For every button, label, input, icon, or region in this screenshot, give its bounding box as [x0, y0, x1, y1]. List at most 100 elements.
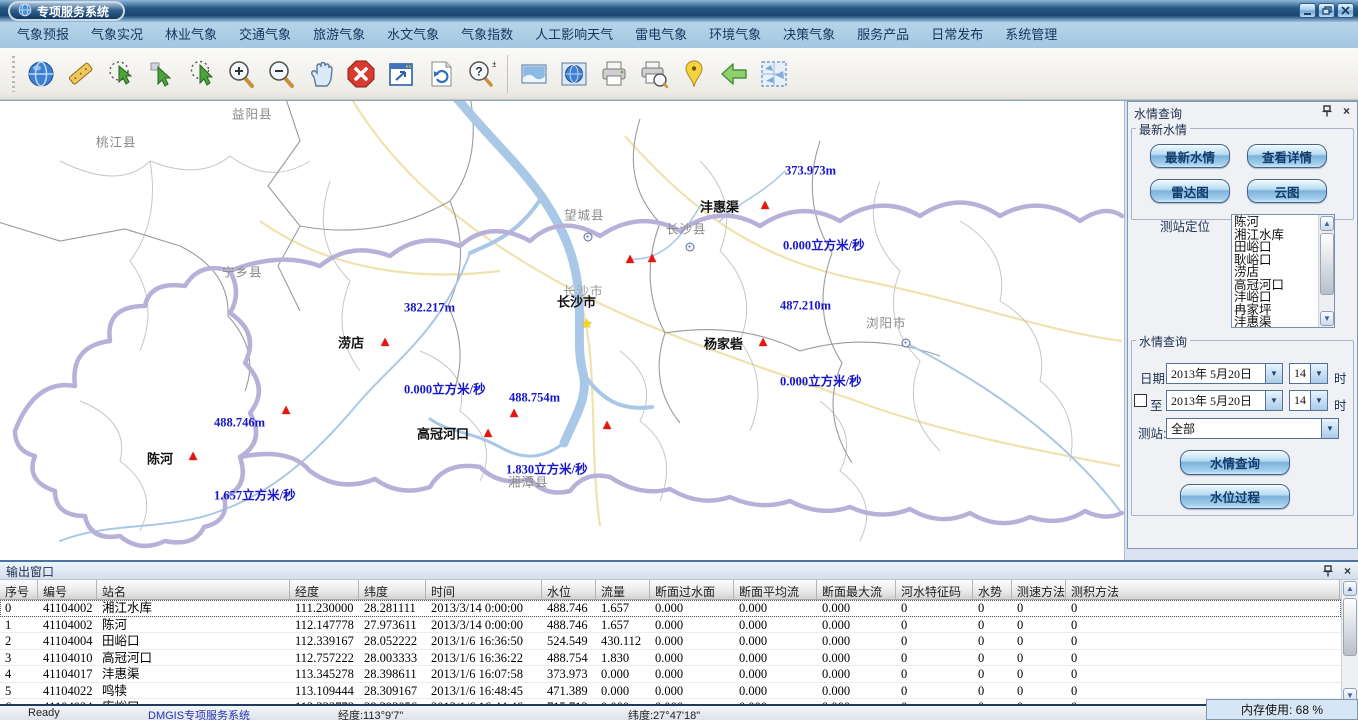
- column-header[interactable]: 测积方法: [1066, 580, 1340, 599]
- scroll-up-icon[interactable]: ▲: [1343, 581, 1357, 596]
- print-icon[interactable]: [594, 54, 634, 94]
- chevron-down-icon[interactable]: ▼: [1310, 391, 1327, 410]
- station-locator-listbox[interactable]: 陈河湘江水库田峪口耿峪口涝店高冠河口沣峪口冉家坪沣惠渠 ▲ ▼: [1231, 214, 1335, 328]
- scroll-down-icon[interactable]: ▼: [1320, 311, 1334, 326]
- identify-icon[interactable]: ?±: [461, 54, 501, 94]
- menu-item[interactable]: 水文气象: [376, 24, 450, 46]
- date-to-combo[interactable]: 2013年 5月20日 ▼: [1166, 390, 1283, 411]
- menu-item[interactable]: 系统管理: [994, 24, 1068, 46]
- refresh-icon[interactable]: [421, 54, 461, 94]
- table-row[interactable]: 341104010高冠河口112.75722228.0033332013/1/6…: [0, 650, 1341, 667]
- map-canvas[interactable]: 益阳县桃江县宁乡县望城县长沙县浏阳市湘潭县长沙市373.973m0.000立方米…: [0, 101, 1125, 561]
- minimize-button[interactable]: [1299, 3, 1316, 18]
- column-header[interactable]: 时间: [426, 580, 542, 599]
- pin-icon[interactable]: [1320, 104, 1333, 117]
- column-header[interactable]: 断面最大流: [817, 580, 896, 599]
- station-marker-icon[interactable]: ▲: [507, 404, 521, 420]
- close-panel-icon[interactable]: ×: [1341, 564, 1354, 577]
- column-header[interactable]: 流量: [596, 580, 650, 599]
- world-image-icon[interactable]: [554, 54, 594, 94]
- chevron-down-icon[interactable]: ▼: [1310, 364, 1327, 383]
- date-from-combo[interactable]: 2013年 5月20日 ▼: [1166, 363, 1283, 384]
- menu-item[interactable]: 气象预报: [6, 24, 80, 46]
- radar-image-button[interactable]: 雷达图: [1150, 179, 1230, 203]
- list-item[interactable]: 涝店: [1234, 266, 1317, 279]
- scroll-thumb[interactable]: [1320, 233, 1334, 295]
- scroll-up-icon[interactable]: ▲: [1320, 216, 1334, 231]
- close-button[interactable]: [1337, 3, 1354, 18]
- station-marker-icon[interactable]: ▲: [756, 333, 770, 349]
- list-item[interactable]: 陈河: [1234, 216, 1317, 229]
- station-marker-icon[interactable]: ▲: [600, 416, 614, 432]
- listbox-scrollbar[interactable]: ▲ ▼: [1318, 215, 1334, 327]
- hour-to-combo[interactable]: 14 ▼: [1289, 390, 1328, 411]
- list-item[interactable]: 沣峪口: [1234, 291, 1317, 304]
- cloud-image-button[interactable]: 云图: [1247, 179, 1327, 203]
- menu-item[interactable]: 日常发布: [920, 24, 994, 46]
- placemark-icon[interactable]: [674, 54, 714, 94]
- hour-from-combo[interactable]: 14 ▼: [1289, 363, 1328, 384]
- select-icon[interactable]: [141, 54, 181, 94]
- table-scrollbar[interactable]: ▲ ▼: [1341, 580, 1358, 704]
- list-item[interactable]: 沣惠渠: [1234, 316, 1317, 328]
- menu-item[interactable]: 服务产品: [846, 24, 920, 46]
- to-date-checkbox[interactable]: [1134, 394, 1147, 407]
- table-row[interactable]: 441104017沣惠渠113.34527828.3986112013/1/6 …: [0, 666, 1341, 683]
- zoom-out-icon[interactable]: [261, 54, 301, 94]
- column-header[interactable]: 经度: [290, 580, 359, 599]
- table-row[interactable]: 641104024库峪口113.33277828.3930562013/1/6 …: [0, 699, 1341, 704]
- column-header[interactable]: 纬度: [359, 580, 426, 599]
- water-level-process-button[interactable]: 水位过程: [1180, 484, 1290, 509]
- export-window-icon[interactable]: [381, 54, 421, 94]
- column-header[interactable]: 断面平均流: [734, 580, 817, 599]
- table-row[interactable]: 141104002陈河112.14777827.9736112013/3/14 …: [0, 617, 1341, 634]
- chevron-down-icon[interactable]: ▼: [1265, 364, 1282, 383]
- toolbar-grip[interactable]: [12, 56, 15, 92]
- view-details-button[interactable]: 查看详情: [1247, 144, 1327, 168]
- column-header[interactable]: 河水特征码: [896, 580, 973, 599]
- station-marker-icon[interactable]: ▲: [186, 447, 200, 463]
- column-header[interactable]: 断面过水面: [650, 580, 734, 599]
- select-area-icon[interactable]: [101, 54, 141, 94]
- map-grid-icon[interactable]: [754, 54, 794, 94]
- back-icon[interactable]: [714, 54, 754, 94]
- menu-item[interactable]: 决策气象: [772, 24, 846, 46]
- menu-item[interactable]: 交通气象: [228, 24, 302, 46]
- menu-item[interactable]: 气象实况: [80, 24, 154, 46]
- menu-item[interactable]: 旅游气象: [302, 24, 376, 46]
- menu-item[interactable]: 气象指数: [450, 24, 524, 46]
- table-row[interactable]: 541104022鸣犊113.10944428.3091672013/1/6 1…: [0, 683, 1341, 700]
- print-preview-icon[interactable]: [634, 54, 674, 94]
- station-marker-icon[interactable]: ▲: [645, 249, 659, 265]
- zoom-in-icon[interactable]: [221, 54, 261, 94]
- latest-water-button[interactable]: 最新水情: [1150, 144, 1230, 168]
- menu-item[interactable]: 环境气象: [698, 24, 772, 46]
- select-dotted-icon[interactable]: [181, 54, 221, 94]
- column-header[interactable]: 测速方法: [1012, 580, 1066, 599]
- chevron-down-icon[interactable]: ▼: [1265, 391, 1282, 410]
- column-header[interactable]: 水位: [542, 580, 596, 599]
- stop-icon[interactable]: [341, 54, 381, 94]
- column-header[interactable]: 水势: [973, 580, 1012, 599]
- water-query-button[interactable]: 水情查询: [1180, 450, 1290, 475]
- table-row[interactable]: 241104004田峪口112.33916728.0522222013/1/6 …: [0, 633, 1341, 650]
- station-marker-icon[interactable]: ▲: [378, 333, 392, 349]
- column-header[interactable]: 站名: [97, 580, 290, 599]
- image-icon[interactable]: [514, 54, 554, 94]
- chevron-down-icon[interactable]: ▼: [1321, 419, 1338, 438]
- list-item[interactable]: 田峪口: [1234, 241, 1317, 254]
- station-combo[interactable]: 全部 ▼: [1166, 418, 1339, 439]
- scroll-thumb[interactable]: [1343, 598, 1357, 656]
- column-header[interactable]: 编号: [38, 580, 97, 599]
- menu-item[interactable]: 雷电气象: [624, 24, 698, 46]
- globe-icon[interactable]: [21, 54, 61, 94]
- close-panel-icon[interactable]: ×: [1340, 104, 1353, 117]
- station-marker-icon[interactable]: ▲: [758, 196, 772, 212]
- station-marker-icon[interactable]: ▲: [279, 401, 293, 417]
- station-marker-icon[interactable]: ▲: [623, 250, 637, 266]
- column-header[interactable]: 序号: [0, 580, 38, 599]
- table-row[interactable]: 041104002湘江水库111.23000028.2811112013/3/1…: [0, 600, 1341, 617]
- station-marker-icon[interactable]: ▲: [481, 424, 495, 440]
- menu-item[interactable]: 人工影响天气: [524, 24, 624, 46]
- menu-item[interactable]: 林业气象: [154, 24, 228, 46]
